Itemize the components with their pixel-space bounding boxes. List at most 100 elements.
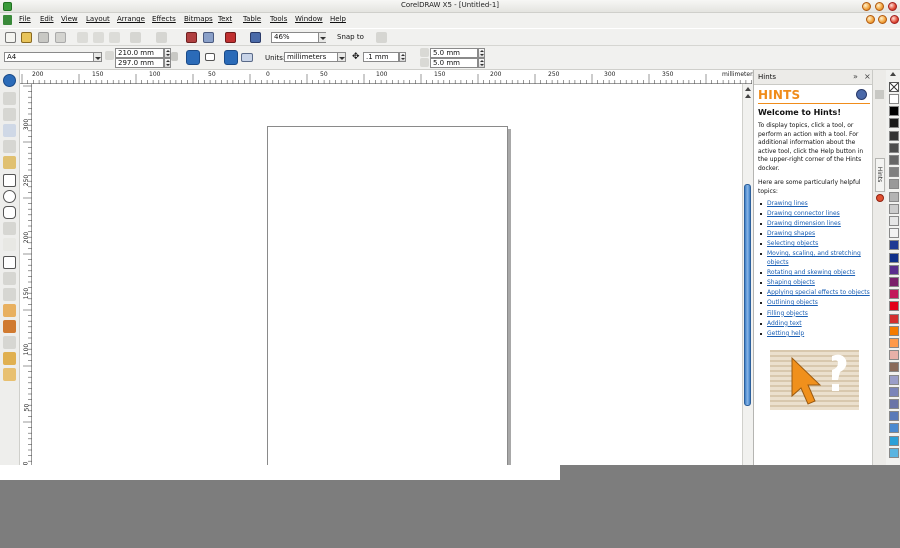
fill-tool-icon[interactable] bbox=[3, 352, 16, 365]
menu-window[interactable]: Window bbox=[295, 15, 323, 23]
cut-icon[interactable] bbox=[77, 32, 88, 43]
docker-close-icon[interactable] bbox=[876, 194, 884, 202]
hint-link[interactable]: Filling objects bbox=[767, 310, 808, 317]
palette-scroll-up-icon[interactable] bbox=[890, 72, 896, 76]
color-swatch[interactable] bbox=[889, 203, 899, 214]
polygon-tool-icon[interactable] bbox=[3, 206, 16, 219]
color-swatch[interactable] bbox=[889, 447, 899, 458]
units-dropdown[interactable] bbox=[337, 53, 345, 61]
welcome-screen-icon[interactable] bbox=[250, 32, 261, 43]
vertical-scrollbar[interactable] bbox=[742, 84, 752, 465]
page-size-select[interactable]: A4 bbox=[4, 52, 102, 62]
hint-link[interactable]: Drawing dimension lines bbox=[767, 220, 841, 227]
color-swatch[interactable] bbox=[889, 142, 899, 153]
menu-file[interactable]: File bbox=[19, 15, 31, 23]
doc-restore-button[interactable] bbox=[878, 15, 887, 24]
menu-table[interactable]: Table bbox=[243, 15, 261, 23]
page-height-field[interactable]: 297.0 mm bbox=[115, 58, 164, 68]
color-swatch[interactable] bbox=[889, 228, 899, 239]
app-launcher-icon[interactable] bbox=[225, 32, 236, 43]
no-color-swatch[interactable] bbox=[889, 82, 899, 92]
color-swatch[interactable] bbox=[889, 289, 899, 300]
maximize-button[interactable] bbox=[875, 2, 884, 11]
import-icon[interactable] bbox=[186, 32, 197, 43]
menu-edit[interactable]: Edit bbox=[40, 15, 54, 23]
color-swatch[interactable] bbox=[889, 252, 899, 263]
zoom-dropdown-button[interactable] bbox=[318, 33, 326, 42]
hint-link[interactable]: Applying special effects to objects bbox=[767, 289, 870, 296]
paste-icon[interactable] bbox=[109, 32, 120, 43]
duplicate-x-spinner[interactable] bbox=[478, 48, 485, 58]
ellipse-tool-icon[interactable] bbox=[3, 190, 16, 203]
color-swatch[interactable] bbox=[889, 216, 899, 226]
all-pages-icon[interactable] bbox=[224, 50, 238, 65]
rectangle-tool-icon[interactable] bbox=[3, 174, 16, 187]
hint-link[interactable]: Outlining objects bbox=[767, 299, 818, 306]
crop-tool-icon[interactable] bbox=[3, 108, 16, 121]
duplicate-y-field[interactable]: 5.0 mm bbox=[430, 58, 478, 68]
doc-minimize-button[interactable] bbox=[866, 15, 875, 24]
table-tool-icon[interactable] bbox=[3, 256, 16, 269]
color-swatch[interactable] bbox=[889, 179, 899, 190]
hints-help-icon[interactable] bbox=[856, 89, 867, 100]
menu-text[interactable]: Text bbox=[218, 15, 232, 23]
hint-link[interactable]: Adding text bbox=[767, 320, 802, 327]
color-swatch[interactable] bbox=[889, 130, 899, 141]
nudge-spinner[interactable] bbox=[399, 52, 406, 62]
hint-link[interactable]: Getting help bbox=[767, 330, 804, 337]
color-swatch[interactable] bbox=[889, 94, 899, 104]
menu-layout[interactable]: Layout bbox=[86, 15, 110, 23]
color-swatch[interactable] bbox=[889, 277, 899, 287]
duplicate-x-field[interactable]: 5.0 mm bbox=[430, 48, 478, 58]
snap-to-button[interactable]: Snap to bbox=[337, 33, 364, 41]
color-swatch[interactable] bbox=[889, 301, 899, 312]
portrait-icon[interactable] bbox=[186, 50, 200, 65]
color-swatch[interactable] bbox=[889, 386, 899, 397]
connector-tool-icon[interactable] bbox=[3, 288, 16, 301]
undo-icon[interactable] bbox=[130, 32, 141, 43]
copy-icon[interactable] bbox=[93, 32, 104, 43]
save-icon[interactable] bbox=[38, 32, 49, 43]
width-spinner[interactable] bbox=[164, 48, 171, 58]
expand-icon[interactable]: » bbox=[853, 73, 858, 81]
hint-link[interactable]: Shaping objects bbox=[767, 279, 815, 286]
page-size-dropdown[interactable] bbox=[93, 53, 101, 61]
blend-tool-icon[interactable] bbox=[3, 304, 16, 317]
color-swatch[interactable] bbox=[889, 411, 899, 422]
options-icon[interactable] bbox=[376, 32, 387, 43]
color-swatch[interactable] bbox=[889, 374, 899, 385]
vertical-ruler[interactable]: 300 250 200 150 100 50 0 bbox=[20, 84, 32, 465]
color-swatch[interactable] bbox=[889, 313, 899, 324]
color-swatch[interactable] bbox=[889, 435, 899, 446]
dimension-tool-icon[interactable] bbox=[3, 272, 16, 285]
new-icon[interactable] bbox=[5, 32, 16, 43]
menu-bitmaps[interactable]: Bitmaps bbox=[184, 15, 213, 23]
hint-link[interactable]: Drawing lines bbox=[767, 200, 808, 207]
interactive-fill-tool-icon[interactable] bbox=[3, 368, 16, 381]
color-swatch[interactable] bbox=[889, 338, 899, 348]
page-width-field[interactable]: 210.0 mm bbox=[115, 48, 164, 58]
outline-tool-icon[interactable] bbox=[3, 336, 16, 349]
hint-link[interactable]: Drawing connector lines bbox=[767, 210, 840, 217]
docker-options-icon[interactable] bbox=[875, 90, 884, 99]
minimize-button[interactable] bbox=[862, 2, 871, 11]
color-swatch[interactable] bbox=[889, 106, 899, 117]
smart-fill-tool-icon[interactable] bbox=[3, 156, 16, 169]
color-swatch[interactable] bbox=[889, 155, 899, 165]
close-docker-icon[interactable]: × bbox=[864, 73, 871, 81]
scroll-thumb[interactable] bbox=[744, 184, 751, 406]
doc-close-button[interactable] bbox=[890, 15, 899, 24]
color-swatch[interactable] bbox=[889, 167, 899, 178]
color-swatch[interactable] bbox=[889, 118, 899, 129]
scroll-up-icon[interactable] bbox=[745, 94, 751, 98]
export-icon[interactable] bbox=[203, 32, 214, 43]
text-tool-icon[interactable] bbox=[3, 238, 16, 251]
menu-view[interactable]: View bbox=[61, 15, 78, 23]
menu-tools[interactable]: Tools bbox=[270, 15, 287, 23]
zoom-tool-icon[interactable] bbox=[3, 124, 16, 137]
pick-tool-icon[interactable] bbox=[3, 74, 16, 87]
landscape-icon[interactable] bbox=[205, 53, 215, 61]
freehand-tool-icon[interactable] bbox=[3, 140, 16, 153]
redo-icon[interactable] bbox=[156, 32, 167, 43]
hint-link[interactable]: Drawing shapes bbox=[767, 230, 815, 237]
